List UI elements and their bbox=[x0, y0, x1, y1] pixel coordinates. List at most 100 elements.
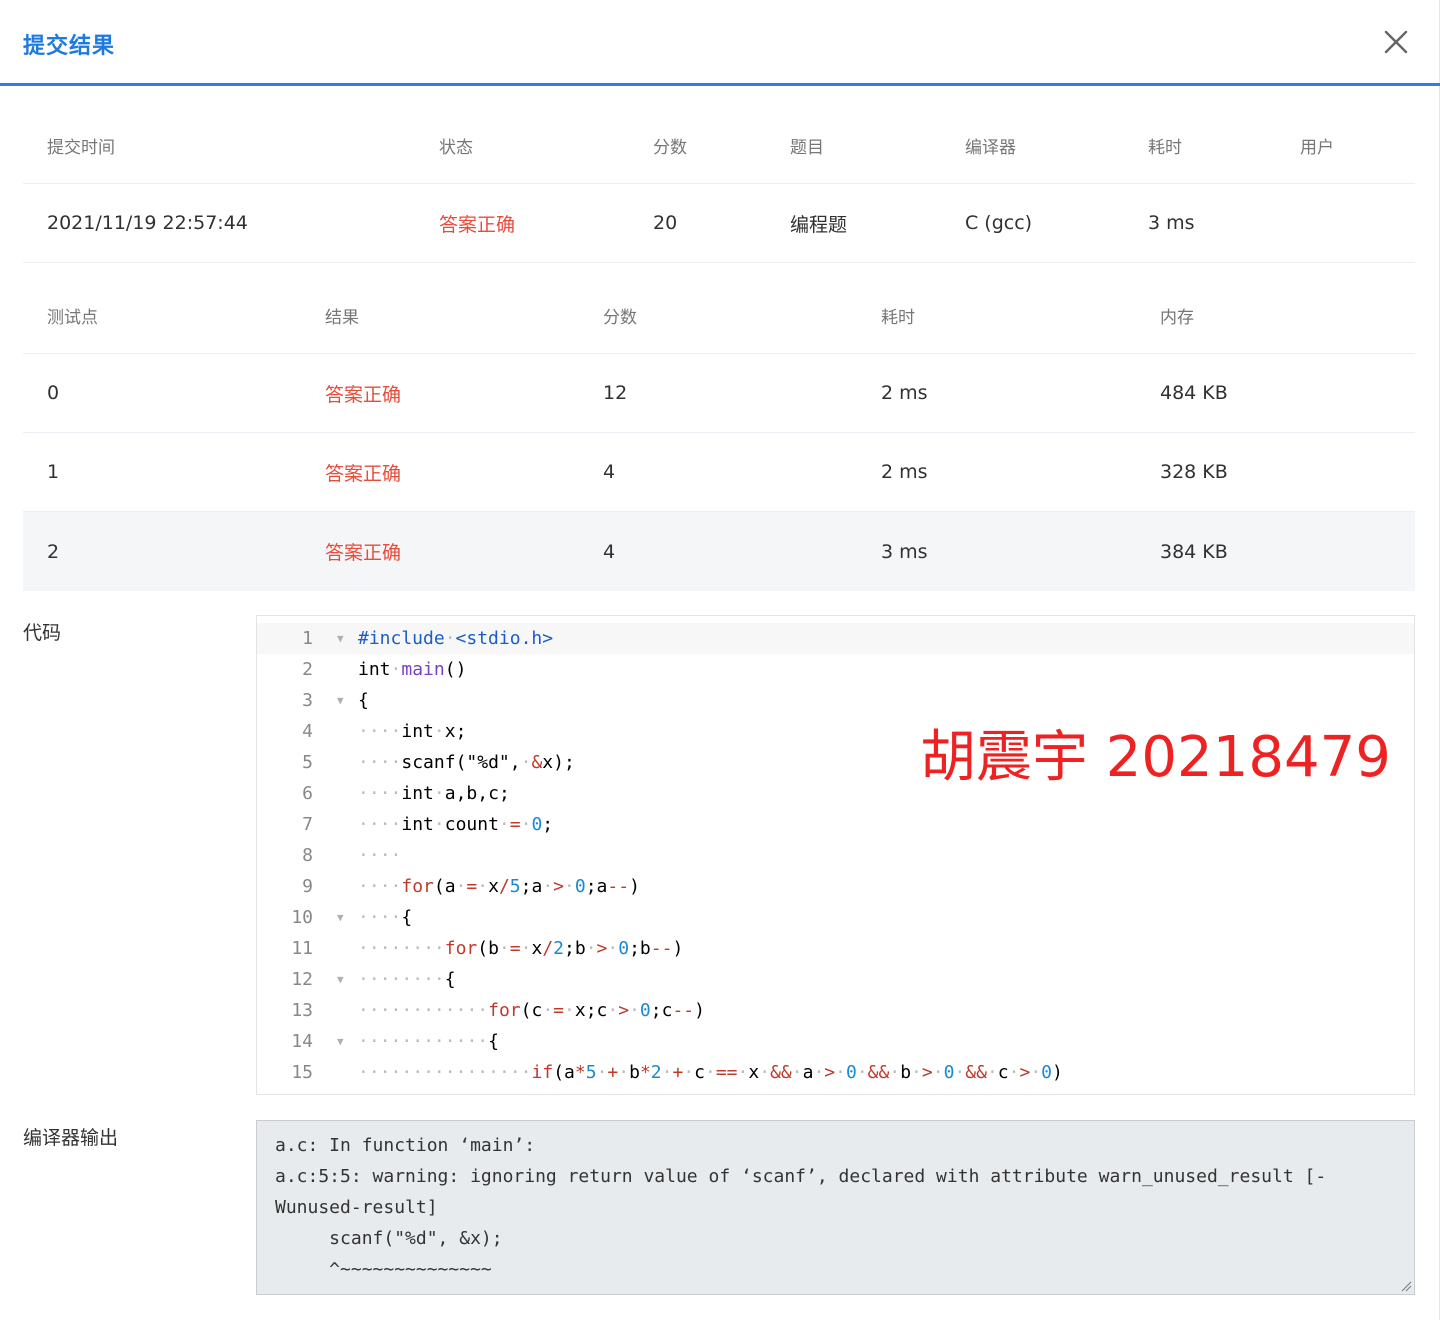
testcase-score: 12 bbox=[603, 382, 628, 404]
code-line[interactable]: 10 ▼ ····{ bbox=[257, 902, 1414, 933]
header-submit-time: 提交时间 bbox=[47, 138, 115, 158]
code-text: ····int·count·=·0; bbox=[358, 814, 554, 835]
header-memory: 内存 bbox=[1160, 308, 1194, 328]
header-compiler: 编译器 bbox=[965, 138, 1016, 158]
code-line[interactable]: 12 ▼ ········{ bbox=[257, 964, 1414, 995]
testcase-id: 1 bbox=[47, 461, 60, 483]
testcase-memory: 384 KB bbox=[1160, 540, 1228, 563]
line-number: 7 bbox=[302, 814, 313, 835]
code-text: ···· bbox=[358, 845, 402, 866]
close-icon bbox=[1384, 30, 1408, 54]
code-text: ········{ bbox=[358, 969, 456, 990]
code-label: 代码 bbox=[23, 622, 62, 644]
code-line[interactable]: 14 ▼ ············{ bbox=[257, 1026, 1414, 1057]
resize-handle-icon[interactable] bbox=[1400, 1280, 1412, 1292]
compiler-output-line: ^~~~~~~~~~~~~~~ bbox=[275, 1259, 492, 1280]
table-row[interactable]: 2 答案正确 4 3 ms 384 KB bbox=[23, 512, 1415, 591]
line-number: 14 bbox=[291, 1031, 313, 1052]
compiler-output-label: 编译器输出 bbox=[23, 1127, 119, 1149]
compiler-name: C (gcc) bbox=[965, 212, 1033, 234]
code-text: int·main() bbox=[358, 659, 467, 680]
compiler-output-line: Wunused-result] bbox=[275, 1197, 438, 1218]
code-text: ····{ bbox=[358, 907, 413, 928]
header-status: 状态 bbox=[439, 138, 473, 158]
testcase-time: 2 ms bbox=[881, 461, 928, 483]
line-number: 10 bbox=[291, 907, 313, 928]
code-line[interactable]: 7 ····int·count·=·0; bbox=[257, 809, 1414, 840]
line-number: 3 bbox=[302, 690, 313, 711]
code-line[interactable]: 9 ····for(a·=·x/5;a·>·0;a--) bbox=[257, 871, 1414, 902]
fold-toggle-icon[interactable]: ▼ bbox=[337, 902, 344, 933]
header-result: 结果 bbox=[325, 308, 359, 328]
dialog-header: 提交结果 bbox=[0, 0, 1440, 86]
code-line[interactable]: 2 int·main() bbox=[257, 654, 1414, 685]
testcase-memory: 484 KB bbox=[1160, 382, 1228, 404]
testcase-result: 答案正确 bbox=[325, 462, 402, 485]
submission-result-dialog: 提交结果 提交时间 状态 分数 题目 编译器 耗时 用户 2021/11/19 … bbox=[0, 0, 1440, 1320]
line-number: 11 bbox=[291, 938, 313, 959]
header-user: 用户 bbox=[1300, 138, 1334, 158]
code-text: { bbox=[358, 690, 369, 711]
table-row[interactable]: 1 答案正确 4 2 ms 328 KB bbox=[23, 433, 1415, 512]
line-number: 1 bbox=[302, 628, 313, 649]
fold-toggle-icon[interactable]: ▼ bbox=[337, 964, 344, 995]
header-testcase: 测试点 bbox=[47, 308, 98, 328]
line-number: 6 bbox=[302, 783, 313, 804]
testcase-time: 2 ms bbox=[881, 382, 928, 404]
summary-header-row: 提交时间 状态 分数 题目 编译器 耗时 用户 bbox=[23, 108, 1415, 184]
code-line[interactable]: 11 ········for(b·=·x/2;b·>·0;b--) bbox=[257, 933, 1414, 964]
status-badge: 答案正确 bbox=[439, 213, 516, 236]
line-number: 12 bbox=[291, 969, 313, 990]
header-case-time: 耗时 bbox=[881, 308, 915, 328]
line-number: 9 bbox=[302, 876, 313, 897]
testcase-score: 4 bbox=[603, 540, 616, 563]
code-text: ····scanf("%d",·&x); bbox=[358, 752, 575, 773]
code-line[interactable]: 8 ···· bbox=[257, 840, 1414, 871]
line-number: 13 bbox=[291, 1000, 313, 1021]
testcase-score: 4 bbox=[603, 461, 616, 483]
testcase-header-row: 测试点 结果 分数 耗时 内存 bbox=[23, 278, 1415, 354]
total-score: 20 bbox=[653, 212, 678, 234]
line-number: 4 bbox=[302, 721, 313, 742]
code-text: ················if(a*5·+·b*2·+·c·==·x·&&… bbox=[358, 1062, 1063, 1083]
testcase-time: 3 ms bbox=[881, 540, 928, 563]
code-text: ············for(c·=·x;c·>·0;c--) bbox=[358, 1000, 705, 1021]
code-line[interactable]: 1 ▼ #include·<stdio.h> bbox=[257, 623, 1414, 654]
submit-time: 2021/11/19 22:57:44 bbox=[47, 212, 248, 234]
compiler-output-line: a.c: In function ‘main’: bbox=[275, 1135, 536, 1156]
fold-toggle-icon[interactable]: ▼ bbox=[337, 623, 344, 654]
testcase-id: 2 bbox=[47, 540, 60, 563]
elapsed-time: 3 ms bbox=[1148, 212, 1195, 234]
testcase-id: 0 bbox=[47, 382, 60, 404]
line-number: 15 bbox=[291, 1062, 313, 1083]
code-line[interactable]: 15 ················if(a*5·+·b*2·+·c·==·x·… bbox=[257, 1057, 1414, 1088]
code-text: ····int·x; bbox=[358, 721, 467, 742]
summary-row: 2021/11/19 22:57:44 答案正确 20 编程题 C (gcc) … bbox=[23, 184, 1415, 263]
testcase-result: 答案正确 bbox=[325, 383, 402, 406]
line-number: 5 bbox=[302, 752, 313, 773]
code-editor[interactable]: 1 ▼ #include·<stdio.h> 2 int·main() 3 ▼ {4 ····i… bbox=[256, 615, 1415, 1095]
fold-toggle-icon[interactable]: ▼ bbox=[337, 1026, 344, 1057]
compiler-output-textarea[interactable]: ^~~~~~~~~~~~~~~ scanf("%d", &x); Wunused-… bbox=[256, 1120, 1415, 1295]
code-text: ····for(a·=·x/5;a·>·0;a--) bbox=[358, 876, 640, 897]
line-number: 2 bbox=[302, 659, 313, 680]
compiler-output-line: a.c:5:5: warning: ignoring return value … bbox=[275, 1166, 1327, 1187]
header-case-score: 分数 bbox=[603, 308, 637, 328]
code-text: ········for(b·=·x/2;b·>·0;b--) bbox=[358, 938, 684, 959]
testcase-memory: 328 KB bbox=[1160, 461, 1228, 483]
table-row[interactable]: 0 答案正确 12 2 ms 484 KB bbox=[23, 354, 1415, 433]
header-elapsed: 耗时 bbox=[1148, 138, 1182, 158]
code-line[interactable]: 13 ············for(c·=·x;c·>·0;c--) bbox=[257, 995, 1414, 1026]
close-button[interactable] bbox=[1378, 24, 1414, 60]
code-text: ····int·a,b,c; bbox=[358, 783, 510, 804]
problem-name: 编程题 bbox=[790, 213, 848, 236]
code-text: #include·<stdio.h> bbox=[358, 628, 554, 649]
line-number: 8 bbox=[302, 845, 313, 866]
fold-toggle-icon[interactable]: ▼ bbox=[337, 685, 344, 716]
header-score: 分数 bbox=[653, 138, 687, 158]
testcase-result: 答案正确 bbox=[325, 542, 402, 564]
code-text: ············{ bbox=[358, 1031, 499, 1052]
compiler-output-line: scanf("%d", &x); bbox=[275, 1228, 503, 1249]
header-problem: 题目 bbox=[790, 138, 824, 158]
dialog-title: 提交结果 bbox=[23, 34, 116, 59]
